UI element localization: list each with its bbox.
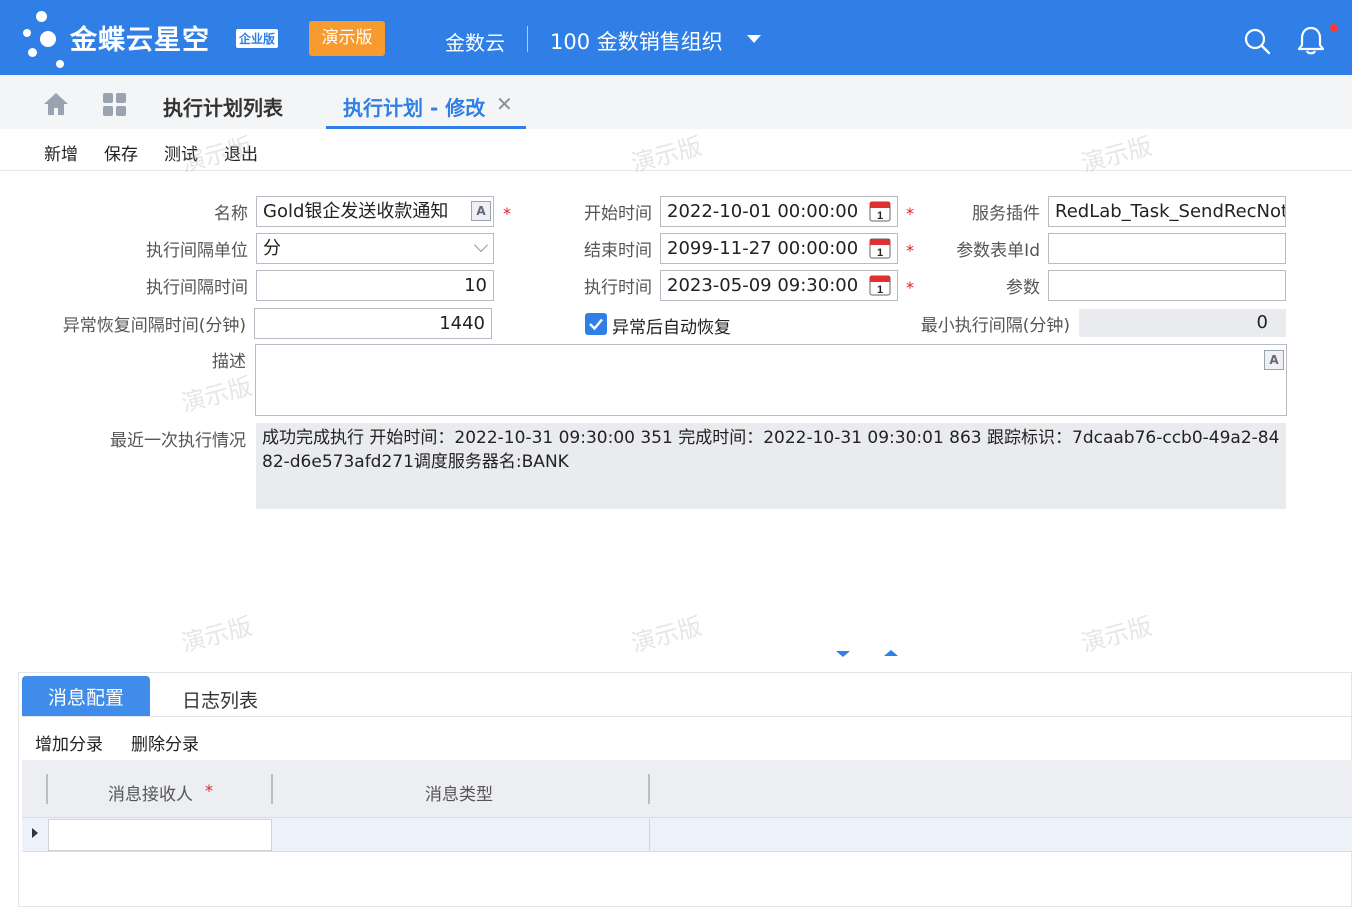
tab-message-config[interactable]: 消息配置 <box>22 676 150 716</box>
receiver-cell[interactable] <box>48 819 272 851</box>
org-name[interactable]: 金数云 <box>445 27 505 56</box>
edition-badge: 企业版 <box>236 29 279 48</box>
required-mark: * <box>503 204 511 223</box>
column-separator[interactable] <box>271 774 273 804</box>
start-time-label: 开始时间 <box>584 204 652 224</box>
watermark: 演示版 <box>178 612 256 658</box>
add-entry-button[interactable]: 增加分录 <box>35 730 103 755</box>
param-label: 参数 <box>1006 278 1040 298</box>
column-header-msg-type[interactable]: 消息类型 <box>425 780 493 805</box>
required-mark: * <box>906 278 914 297</box>
interval-unit-label: 执行间隔单位 <box>146 241 248 261</box>
plugin-label: 服务插件 <box>972 204 1040 224</box>
row-indicator-icon <box>32 828 38 838</box>
end-time-label: 结束时间 <box>584 241 652 261</box>
top-header: 金蝶云星空 企业版 演示版 金数云 100 金数销售组织 <box>0 0 1352 75</box>
watermark: 演示版 <box>1078 612 1156 658</box>
column-header-receiver[interactable]: 消息接收人 <box>108 780 193 805</box>
delete-entry-button[interactable]: 删除分录 <box>131 730 199 755</box>
param-field[interactable] <box>1048 270 1286 301</box>
name-field[interactable]: Gold银企发送收款通知 <box>256 196 494 227</box>
param-form-label: 参数表单Id <box>956 241 1040 261</box>
last-exec-label: 最近一次执行情况 <box>110 431 246 451</box>
test-button[interactable]: 测试 <box>164 140 198 165</box>
exec-time-label: 执行时间 <box>584 278 652 298</box>
interval-time-field[interactable]: 10 <box>256 270 494 301</box>
watermark: 演示版 <box>628 612 706 658</box>
calendar-icon[interactable]: 1 <box>869 237 891 259</box>
brand-name: 金蝶云星空 <box>70 25 210 56</box>
notification-dot <box>1330 24 1338 32</box>
calendar-icon[interactable]: 1 <box>869 274 891 296</box>
auto-recover-label[interactable]: 异常后自动恢复 <box>612 313 731 338</box>
org-unit-selector[interactable]: 100 金数销售组织 <box>550 26 723 56</box>
desc-textarea[interactable] <box>255 344 1287 416</box>
tab-plan-list[interactable]: 执行计划列表 <box>163 92 283 121</box>
exit-button[interactable]: 退出 <box>224 140 258 165</box>
required-mark: * <box>205 781 213 800</box>
start-time-field[interactable]: 2022-10-01 00:00:00 <box>660 196 898 227</box>
add-button[interactable]: 新增 <box>44 140 78 165</box>
name-label: 名称 <box>214 204 248 224</box>
last-exec-value: 成功完成执行 开始时间：2022-10-31 09:30:00 351 完成时间… <box>256 423 1286 509</box>
column-separator[interactable] <box>648 774 650 804</box>
text-edit-icon[interactable]: A <box>1264 350 1284 370</box>
home-icon[interactable] <box>43 92 69 116</box>
end-time-field[interactable]: 2099-11-27 00:00:00 <box>660 233 898 264</box>
tab-plan-edit-label: 执行计划 - 修改 <box>343 96 486 120</box>
tab-log-list[interactable]: 日志列表 <box>182 686 258 713</box>
svg-text:1: 1 <box>877 284 883 296</box>
svg-text:1: 1 <box>877 247 883 259</box>
demo-badge: 演示版 <box>309 21 385 56</box>
grid-header <box>22 760 1352 818</box>
close-icon[interactable]: ✕ <box>496 92 513 116</box>
interval-time-label: 执行间隔时间 <box>146 278 248 298</box>
exec-time-field[interactable]: 2023-05-09 09:30:00 <box>660 270 898 301</box>
search-icon[interactable] <box>1243 27 1271 55</box>
tab-plan-edit[interactable]: 执行计划 - 修改 ✕ <box>326 83 526 129</box>
collapse-down-icon[interactable] <box>836 651 850 657</box>
required-mark: * <box>906 241 914 260</box>
svg-text:1: 1 <box>877 210 883 222</box>
interval-unit-select[interactable]: 分 <box>256 233 494 264</box>
min-interval-value: 0 <box>1079 309 1286 337</box>
check-icon <box>589 318 603 331</box>
collapse-up-icon[interactable] <box>884 650 898 656</box>
org-dropdown-icon[interactable] <box>747 35 761 43</box>
watermark: 演示版 <box>178 372 256 418</box>
row-separator <box>649 819 650 851</box>
logo-icon <box>22 10 72 68</box>
column-separator[interactable] <box>46 774 48 804</box>
recover-interval-label: 异常恢复间隔时间(分钟) <box>62 316 246 336</box>
required-mark: * <box>906 204 914 223</box>
toolbar: 新增 保存 测试 退出 <box>0 129 1352 171</box>
desc-label: 描述 <box>212 352 246 372</box>
org-separator <box>527 26 528 52</box>
grid-icon[interactable] <box>103 93 127 117</box>
auto-recover-checkbox[interactable] <box>585 313 607 335</box>
text-edit-icon[interactable]: A <box>471 201 491 221</box>
param-form-field[interactable] <box>1048 233 1286 264</box>
save-button[interactable]: 保存 <box>104 140 138 165</box>
plugin-field[interactable]: RedLab_Task_SendRecNoti <box>1048 196 1286 227</box>
subtab-divider <box>22 716 1352 717</box>
min-interval-label: 最小执行间隔(分钟) <box>920 316 1070 336</box>
recover-interval-field[interactable]: 1440 <box>254 308 492 339</box>
bell-icon[interactable] <box>1296 24 1326 56</box>
calendar-icon[interactable]: 1 <box>869 200 891 222</box>
